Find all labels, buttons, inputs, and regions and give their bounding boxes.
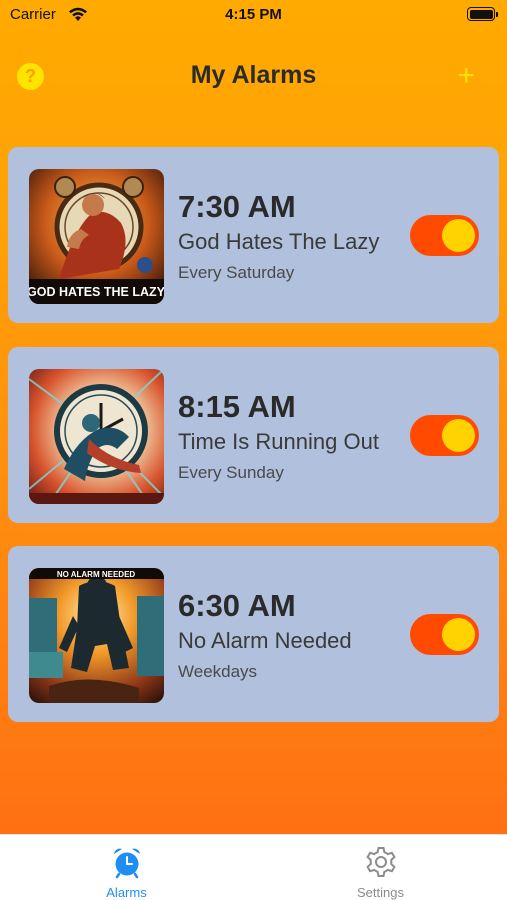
tab-alarms[interactable]: Alarms	[0, 835, 253, 900]
alarm-time: 8:15 AM	[178, 389, 296, 424]
toggle-knob	[442, 618, 475, 651]
alarm-name: God Hates The Lazy	[178, 229, 380, 254]
page-title: My Alarms	[190, 61, 317, 89]
status-time: 4:15 PM	[225, 6, 282, 23]
status-bar: Carrier 4:15 PM	[0, 0, 507, 34]
image-caption: GOD HATES THE LAZY	[29, 285, 164, 299]
alarm-card[interactable]: GOD HATES THE LAZY 7:30 AM God Hates The…	[8, 147, 499, 323]
alarm-clock-icon	[110, 845, 144, 879]
tab-bar: Alarms Settings	[0, 834, 507, 900]
tab-settings[interactable]: Settings	[254, 835, 507, 900]
toggle-knob	[442, 419, 475, 452]
alarm-card[interactable]: 8:15 AM Time Is Running Out Every Sunday	[8, 347, 499, 523]
alarm-image: GOD HATES THE LAZY	[29, 169, 164, 304]
tab-settings-label: Settings	[357, 885, 404, 900]
toggle-knob	[442, 219, 475, 252]
alarm-toggle[interactable]	[410, 415, 479, 456]
add-alarm-button[interactable]: +	[457, 58, 475, 94]
battery-icon	[467, 7, 498, 21]
alarm-toggle[interactable]	[410, 215, 479, 256]
alarm-image	[29, 369, 164, 504]
image-caption: NO ALARM NEEDED	[57, 570, 136, 579]
alarm-repeat: Every Sunday	[178, 463, 284, 482]
alarm-name: Time Is Running Out	[178, 429, 379, 454]
alarm-toggle[interactable]	[410, 614, 479, 655]
alarm-name: No Alarm Needed	[178, 628, 352, 653]
alarm-time: 7:30 AM	[178, 189, 296, 224]
alarm-repeat: Weekdays	[178, 662, 258, 681]
alarm-image: NO ALARM NEEDED	[29, 568, 164, 703]
nav-bar: ? My Alarms +	[0, 50, 507, 102]
gear-icon	[364, 845, 398, 879]
plus-icon: +	[457, 59, 475, 92]
tab-alarms-label: Alarms	[106, 885, 147, 900]
alarm-card[interactable]: NO ALARM NEEDED 6:30 AM No Alarm Needed …	[8, 546, 499, 722]
alarm-repeat: Every Saturday	[178, 263, 295, 282]
alarm-time: 6:30 AM	[178, 588, 296, 623]
